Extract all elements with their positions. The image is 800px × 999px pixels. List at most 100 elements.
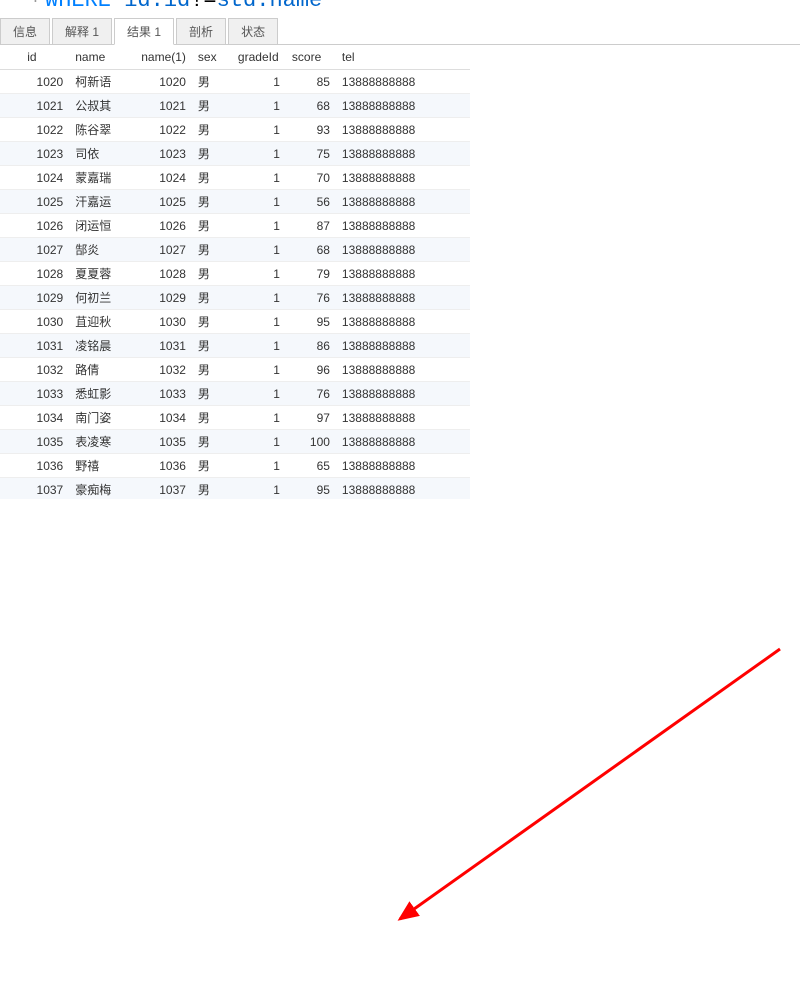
cell-name[interactable]: 柯新语 — [69, 70, 135, 94]
cell-name1[interactable]: 1020 — [135, 70, 192, 94]
table-row[interactable]: 1035表凌寒1035男110013888888888 — [0, 430, 470, 454]
table-row[interactable]: 1026闭运恒1026男18713888888888 — [0, 214, 470, 238]
table-row[interactable]: 1023司依1023男17513888888888 — [0, 142, 470, 166]
cell-name1[interactable]: 1027 — [135, 238, 192, 262]
cell-score[interactable]: 76 — [286, 382, 336, 406]
tab-3[interactable]: 剖析 — [176, 18, 226, 44]
cell-sex[interactable]: 男 — [192, 478, 232, 500]
tab-2[interactable]: 结果 1 — [114, 18, 174, 45]
cell-gradeId[interactable]: 1 — [232, 166, 286, 190]
cell-gradeId[interactable]: 1 — [232, 214, 286, 238]
cell-score[interactable]: 100 — [286, 430, 336, 454]
cell-sex[interactable]: 男 — [192, 214, 232, 238]
cell-score[interactable]: 95 — [286, 478, 336, 500]
cell-sex[interactable]: 男 — [192, 286, 232, 310]
cell-gradeId[interactable]: 1 — [232, 118, 286, 142]
cell-id[interactable]: 1031 — [21, 334, 69, 358]
cell-tel[interactable]: 13888888888 — [336, 382, 470, 406]
cell-name[interactable]: 夏夏蓉 — [69, 262, 135, 286]
cell-score[interactable]: 76 — [286, 286, 336, 310]
cell-id[interactable]: 1021 — [21, 94, 69, 118]
table-row[interactable]: 1030苴迎秋1030男19513888888888 — [0, 310, 470, 334]
table-row[interactable]: 1037豪痴梅1037男19513888888888 — [0, 478, 470, 500]
table-row[interactable]: 1022陈谷翠1022男19313888888888 — [0, 118, 470, 142]
cell-name[interactable]: 悉虹影 — [69, 382, 135, 406]
cell-tel[interactable]: 13888888888 — [336, 454, 470, 478]
cell-score[interactable]: 56 — [286, 190, 336, 214]
table-row[interactable]: 1021公叔其1021男16813888888888 — [0, 94, 470, 118]
cell-gradeId[interactable]: 1 — [232, 70, 286, 94]
cell-tel[interactable]: 13888888888 — [336, 190, 470, 214]
cell-name1[interactable]: 1023 — [135, 142, 192, 166]
cell-tel[interactable]: 13888888888 — [336, 262, 470, 286]
table-row[interactable]: 1024蒙嘉瑞1024男17013888888888 — [0, 166, 470, 190]
cell-id[interactable]: 1020 — [21, 70, 69, 94]
cell-sex[interactable]: 男 — [192, 190, 232, 214]
table-row[interactable]: 1033悉虹影1033男17613888888888 — [0, 382, 470, 406]
cell-name[interactable]: 公叔其 — [69, 94, 135, 118]
cell-score[interactable]: 95 — [286, 310, 336, 334]
cell-sex[interactable]: 男 — [192, 310, 232, 334]
table-row[interactable]: 1029何初兰1029男17613888888888 — [0, 286, 470, 310]
cell-sex[interactable]: 男 — [192, 406, 232, 430]
cell-name1[interactable]: 1022 — [135, 118, 192, 142]
table-row[interactable]: 1027郜炎1027男16813888888888 — [0, 238, 470, 262]
cell-sex[interactable]: 男 — [192, 94, 232, 118]
table-row[interactable]: 1025汗嘉运1025男15613888888888 — [0, 190, 470, 214]
cell-name1[interactable]: 1032 — [135, 358, 192, 382]
col-header-id[interactable]: id — [21, 45, 69, 70]
cell-name1[interactable]: 1029 — [135, 286, 192, 310]
cell-id[interactable]: 1030 — [21, 310, 69, 334]
cell-score[interactable]: 75 — [286, 142, 336, 166]
cell-id[interactable]: 1037 — [21, 478, 69, 500]
table-row[interactable]: 1032路倩1032男19613888888888 — [0, 358, 470, 382]
cell-gradeId[interactable]: 1 — [232, 382, 286, 406]
col-header-tel[interactable]: tel — [336, 45, 470, 70]
cell-name[interactable]: 苴迎秋 — [69, 310, 135, 334]
cell-sex[interactable]: 男 — [192, 334, 232, 358]
cell-name[interactable]: 表凌寒 — [69, 430, 135, 454]
tab-1[interactable]: 解释 1 — [52, 18, 112, 44]
cell-tel[interactable]: 13888888888 — [336, 286, 470, 310]
cell-name1[interactable]: 1030 — [135, 310, 192, 334]
cell-name1[interactable]: 1026 — [135, 214, 192, 238]
cell-sex[interactable]: 男 — [192, 358, 232, 382]
table-row[interactable]: 1034南门姿1034男19713888888888 — [0, 406, 470, 430]
cell-name[interactable]: 陈谷翠 — [69, 118, 135, 142]
cell-gradeId[interactable]: 1 — [232, 310, 286, 334]
cell-id[interactable]: 1032 — [21, 358, 69, 382]
cell-name1[interactable]: 1031 — [135, 334, 192, 358]
cell-tel[interactable]: 13888888888 — [336, 358, 470, 382]
table-row[interactable]: 1028夏夏蓉1028男17913888888888 — [0, 262, 470, 286]
tab-0[interactable]: 信息 — [0, 18, 50, 44]
cell-score[interactable]: 93 — [286, 118, 336, 142]
cell-name[interactable]: 蒙嘉瑞 — [69, 166, 135, 190]
cell-tel[interactable]: 13888888888 — [336, 238, 470, 262]
cell-gradeId[interactable]: 1 — [232, 334, 286, 358]
cell-tel[interactable]: 13888888888 — [336, 94, 470, 118]
cell-gradeId[interactable]: 1 — [232, 238, 286, 262]
cell-name[interactable]: 郜炎 — [69, 238, 135, 262]
cell-sex[interactable]: 男 — [192, 238, 232, 262]
cell-score[interactable]: 70 — [286, 166, 336, 190]
cell-tel[interactable]: 13888888888 — [336, 430, 470, 454]
cell-name1[interactable]: 1034 — [135, 406, 192, 430]
cell-tel[interactable]: 13888888888 — [336, 310, 470, 334]
cell-sex[interactable]: 男 — [192, 382, 232, 406]
cell-name1[interactable]: 1036 — [135, 454, 192, 478]
result-table-wrap[interactable]: idnamename(1)sexgradeIdscoretel 1020柯新语1… — [0, 45, 800, 499]
cell-sex[interactable]: 男 — [192, 142, 232, 166]
table-row[interactable]: 1036野禧1036男16513888888888 — [0, 454, 470, 478]
cell-score[interactable]: 96 — [286, 358, 336, 382]
cell-sex[interactable]: 男 — [192, 166, 232, 190]
col-header-sex[interactable]: sex — [192, 45, 232, 70]
cell-id[interactable]: 1023 — [21, 142, 69, 166]
cell-score[interactable]: 68 — [286, 94, 336, 118]
col-header-name[interactable]: name — [69, 45, 135, 70]
cell-name[interactable]: 南门姿 — [69, 406, 135, 430]
cell-name1[interactable]: 1025 — [135, 190, 192, 214]
cell-tel[interactable]: 13888888888 — [336, 118, 470, 142]
cell-id[interactable]: 1025 — [21, 190, 69, 214]
cell-name1[interactable]: 1021 — [135, 94, 192, 118]
cell-gradeId[interactable]: 1 — [232, 430, 286, 454]
